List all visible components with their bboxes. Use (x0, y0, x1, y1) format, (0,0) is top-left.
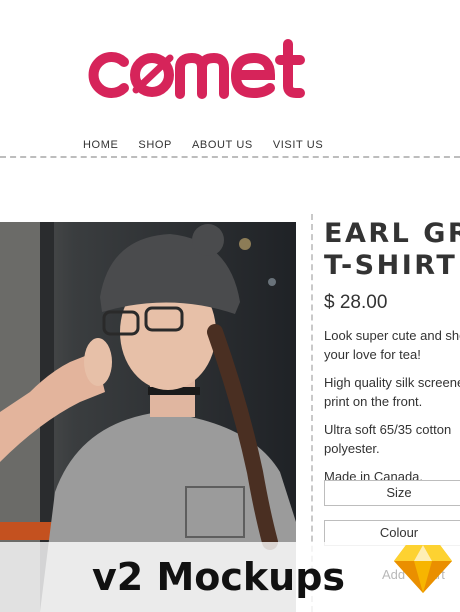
desc-line: your love for tea! (324, 347, 421, 362)
nav-about-us[interactable]: ABOUT US (192, 137, 253, 153)
nav-home[interactable]: HOME (83, 137, 118, 153)
desc-line: High quality silk screened (324, 375, 460, 390)
banner-title: v2 Mockups (92, 555, 346, 599)
sketch-diamond-icon (392, 543, 454, 600)
nav-shop[interactable]: SHOP (138, 137, 172, 153)
nav-divider (0, 156, 460, 158)
product-description: Look super cute and show your love for t… (324, 326, 460, 486)
size-select[interactable]: Size (324, 480, 460, 506)
desc-line: polyester. (324, 441, 380, 456)
desc-line: print on the front. (324, 394, 423, 409)
desc-line: Look super cute and show (324, 328, 460, 343)
desc-line: Ultra soft 65/35 cotton (324, 422, 452, 437)
brand-logo[interactable] (80, 30, 320, 110)
main-nav: HOME SHOP ABOUT US VISIT US (83, 137, 343, 153)
product-title: EARL GREY T-SHIRT (324, 218, 460, 282)
product-title-line1: EARL GREY (324, 218, 460, 249)
nav-visit-us[interactable]: VISIT US (273, 137, 323, 153)
product-title-line2: T-SHIRT (324, 250, 458, 281)
product-info: EARL GREY T-SHIRT $ 28.00 Look super cut… (324, 218, 460, 495)
product-price: $ 28.00 (324, 292, 388, 313)
